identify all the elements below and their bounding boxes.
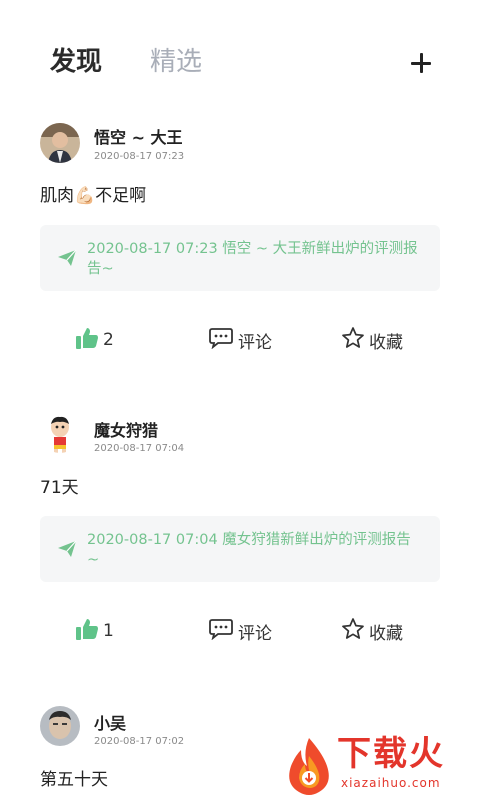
plus-icon[interactable]: [406, 48, 436, 78]
share-text: 2020-08-17 07:23 悟空 ~ 大王新鲜出炉的评测报告~: [87, 241, 418, 277]
star-icon: [341, 617, 365, 645]
avatar[interactable]: [40, 413, 80, 453]
post-text: 第五十天: [40, 770, 108, 790]
post-time: 2020-08-17 07:04: [94, 443, 185, 454]
watermark-title: 下载火: [337, 734, 445, 774]
tab-discover-label: 发现: [50, 47, 103, 77]
favorite-button[interactable]: 收藏: [341, 611, 403, 651]
post-time: 2020-08-17 07:23: [94, 151, 185, 162]
user-name[interactable]: 魔女狩猎: [94, 417, 158, 441]
post-actions: 1 评论 收藏: [0, 611, 480, 651]
favorite-label: 收藏: [369, 623, 403, 644]
tab-featured-label: 精选: [150, 47, 203, 77]
favorite-button[interactable]: 收藏: [341, 320, 403, 360]
comment-button[interactable]: 评论: [208, 320, 272, 360]
like-button[interactable]: 1: [75, 611, 114, 651]
tab-featured[interactable]: 精选: [150, 44, 202, 80]
post-text: 71天: [40, 478, 79, 498]
share-card[interactable]: 2020-08-17 07:23 悟空 ~ 大王新鲜出炉的评测报告~: [40, 225, 440, 291]
star-icon: [341, 326, 365, 354]
thumbs-up-icon: [75, 326, 99, 354]
share-card[interactable]: 2020-08-17 07:04 魔女狩猎新鲜出炉的评测报告~: [40, 516, 440, 582]
watermark-url: xiazaihuo.com: [341, 776, 441, 790]
comment-label: 评论: [238, 332, 272, 353]
flame-logo-icon: [283, 736, 335, 800]
post-actions: 2 评论 收藏: [0, 320, 480, 360]
post-time: 2020-08-17 07:02: [94, 736, 185, 747]
top-header: 发现 精选: [0, 0, 480, 100]
feed-post: 魔女狩猎 2020-08-17 07:04 71天 2020-08-17 07:…: [0, 410, 480, 690]
avatar[interactable]: [40, 123, 80, 163]
user-name[interactable]: 小吴: [94, 710, 126, 734]
post-text: 肌肉💪🏻不足啊: [40, 186, 147, 206]
avatar[interactable]: [40, 706, 80, 746]
comment-bubble-icon: [208, 618, 234, 644]
share-text: 2020-08-17 07:04 魔女狩猎新鲜出炉的评测报告~: [87, 532, 411, 568]
user-name[interactable]: 悟空 ~ 大王: [94, 124, 183, 148]
comment-button[interactable]: 评论: [208, 611, 272, 651]
comment-label: 评论: [238, 623, 272, 644]
like-count: 2: [103, 330, 114, 350]
watermark-logo: 下载火 xiazaihuo.com: [283, 732, 478, 800]
like-count: 1: [103, 621, 114, 641]
send-icon: [56, 538, 78, 560]
favorite-label: 收藏: [369, 332, 403, 353]
feed-post: 悟空 ~ 大王 2020-08-17 07:23 肌肉💪🏻不足啊 2020-08…: [0, 120, 480, 400]
send-icon: [56, 247, 78, 269]
tab-discover[interactable]: 发现: [50, 44, 103, 80]
thumbs-up-icon: [75, 617, 99, 645]
like-button[interactable]: 2: [75, 320, 114, 360]
comment-bubble-icon: [208, 327, 234, 353]
